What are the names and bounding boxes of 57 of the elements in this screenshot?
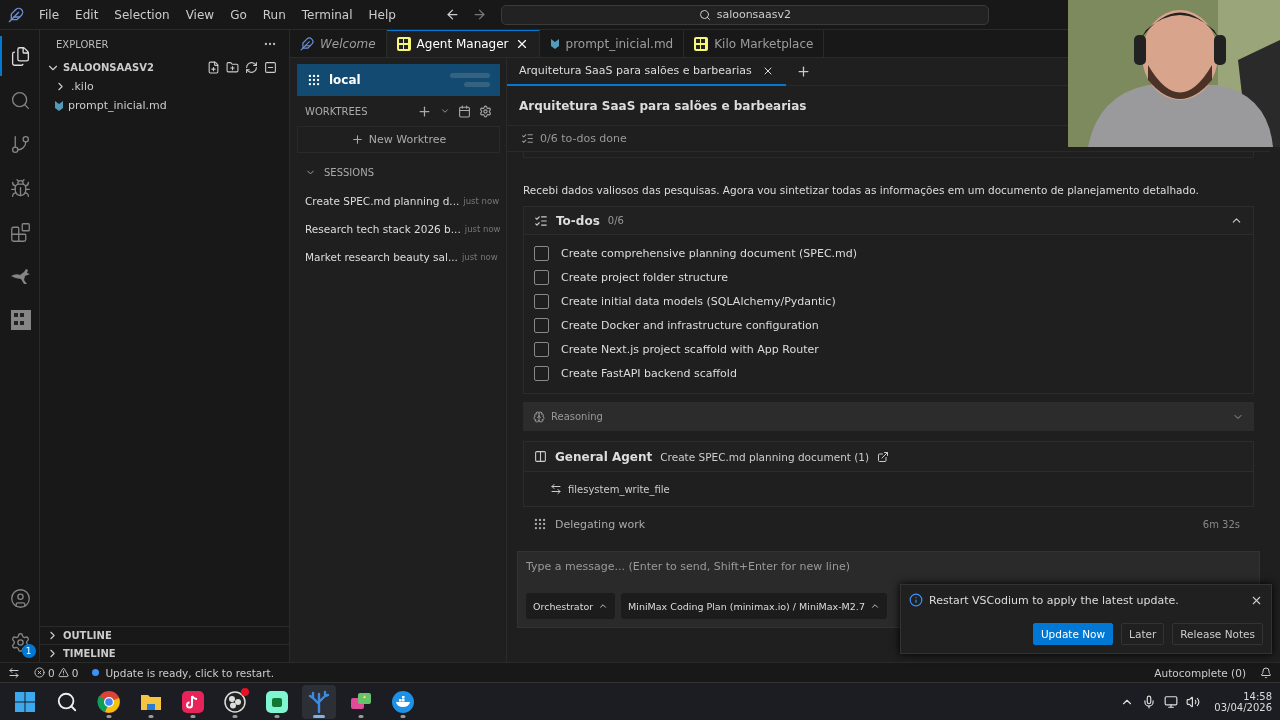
todo-text: Create Docker and infrastructure configuration bbox=[561, 318, 819, 332]
reasoning-label: Reasoning bbox=[551, 411, 603, 422]
update-status[interactable]: Update is ready, click to restart. bbox=[92, 666, 275, 679]
tool-name: filesystem_write_file bbox=[568, 483, 670, 495]
workspace-item[interactable]: local bbox=[297, 64, 500, 96]
notification-message: Restart VSCodium to apply the latest update. bbox=[929, 593, 1179, 607]
panel-title: EXPLORER bbox=[56, 38, 109, 50]
agent-name: General Agent bbox=[555, 449, 653, 464]
problems-indicator[interactable]: 0 0 bbox=[34, 666, 79, 679]
autocomplete-status[interactable]: Autocomplete (0) bbox=[1154, 666, 1246, 679]
notification-button[interactable]: Later bbox=[1121, 623, 1165, 645]
status-text: Delegating work bbox=[555, 517, 646, 531]
new-worktree-button[interactable]: New Worktree bbox=[297, 126, 500, 153]
todo-count: 0/6 bbox=[607, 215, 624, 226]
section-header[interactable]: OUTLINE bbox=[63, 630, 112, 641]
todo-text: Create initial data models (SQLAlchemy/Pydantic) bbox=[561, 294, 836, 308]
menu-item[interactable]: View bbox=[178, 5, 222, 24]
todo-text: Create comprehensive planning document (SPEC.md) bbox=[561, 246, 858, 260]
session-title[interactable]: Create SPEC.md planning d... bbox=[305, 195, 460, 207]
session-title[interactable]: Research tech stack 2026 b... bbox=[305, 223, 461, 235]
session-title[interactable]: Market research beauty sal... bbox=[305, 251, 458, 263]
agent-task: Create SPEC.md planning document (1) bbox=[660, 450, 870, 463]
menu-item[interactable]: Help bbox=[361, 5, 403, 24]
message-input[interactable]: Type a message... (Enter to send, Shift+Enter for new line) bbox=[526, 560, 966, 573]
card-title: To-dos bbox=[556, 213, 600, 228]
menu-item[interactable]: Run bbox=[255, 5, 293, 24]
menu-item[interactable]: Edit bbox=[68, 5, 106, 24]
clock-time: 14:58 bbox=[1243, 690, 1272, 702]
section-header[interactable]: TIMELINE bbox=[63, 648, 116, 659]
model-dropdown[interactable]: MiniMax Coding Plan (minimax.io) / MiniMax-M2.7 bbox=[621, 593, 887, 619]
elapsed-time: 6m 32s bbox=[1202, 518, 1240, 530]
menu-item[interactable]: Selection bbox=[107, 5, 177, 24]
session-time: just now bbox=[464, 224, 501, 234]
assistant-message: Recebi dados valiosos das pesquisas. Agora vou sintetizar todas as informações em um documento de planejamento detalhado. bbox=[523, 184, 1200, 196]
reasoning-bar[interactable]: Reasoning bbox=[523, 402, 1254, 431]
folder-name[interactable]: SALOONSAASV2 bbox=[63, 62, 154, 73]
notification-badge: 1 bbox=[21, 644, 36, 658]
mode-dropdown[interactable]: Orchestrator bbox=[526, 593, 616, 619]
file-tree-item[interactable]: prompt_inicial.md bbox=[68, 99, 167, 112]
notification-button[interactable]: Release Notes bbox=[1172, 623, 1263, 645]
menu-item[interactable]: Terminal bbox=[294, 5, 360, 24]
todo-text: Create project folder structure bbox=[561, 270, 729, 284]
file-tree-item[interactable]: .kilo bbox=[71, 80, 94, 93]
session-tab[interactable]: Arquitetura SaaS para salões e barbearias bbox=[507, 57, 786, 86]
todo-summary: 0/6 to-dos done bbox=[540, 132, 627, 145]
notification-button[interactable]: Update Now bbox=[1032, 623, 1114, 645]
section-title: SESSIONS bbox=[324, 166, 374, 178]
menu-item[interactable]: File bbox=[32, 5, 67, 24]
todo-text: Create FastAPI backend scaffold bbox=[561, 366, 737, 380]
todo-text: Create Next.js project scaffold with App Router bbox=[561, 342, 819, 356]
command-search-field[interactable]: saloonsaasv2 bbox=[500, 4, 989, 25]
section-title: WORKTREES bbox=[305, 105, 368, 117]
session-time: just now bbox=[463, 196, 500, 206]
menu-item[interactable]: Go bbox=[223, 5, 254, 24]
editor-tab[interactable]: Agent Manager bbox=[386, 30, 540, 57]
session-time: just now bbox=[461, 252, 498, 262]
clock-date: 03/04/2026 bbox=[1214, 701, 1272, 713]
